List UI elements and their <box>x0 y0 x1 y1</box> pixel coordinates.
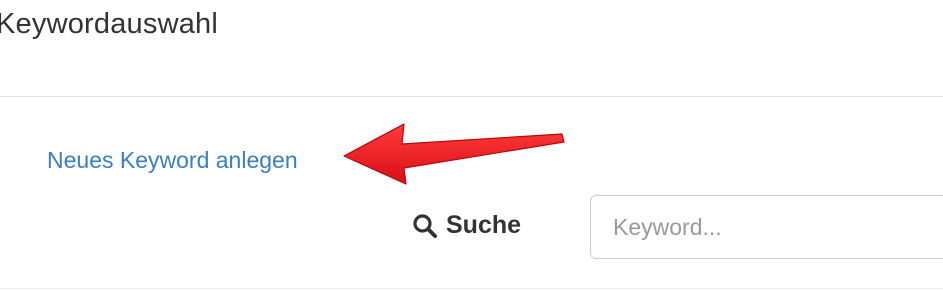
red-arrow-annotation-icon <box>343 123 565 185</box>
footer-divider <box>0 288 943 289</box>
header-divider <box>0 96 943 97</box>
search-label: Suche <box>412 211 521 240</box>
keyword-selection-dialog: Keywordauswahl Neues Keyword anlegen Suc… <box>0 0 943 291</box>
keyword-search-input[interactable] <box>590 195 943 259</box>
search-label-text: Suche <box>446 211 522 239</box>
search-icon <box>412 213 438 239</box>
dialog-title: Keywordauswahl <box>0 8 219 40</box>
new-keyword-link[interactable]: Neues Keyword anlegen <box>47 147 298 174</box>
